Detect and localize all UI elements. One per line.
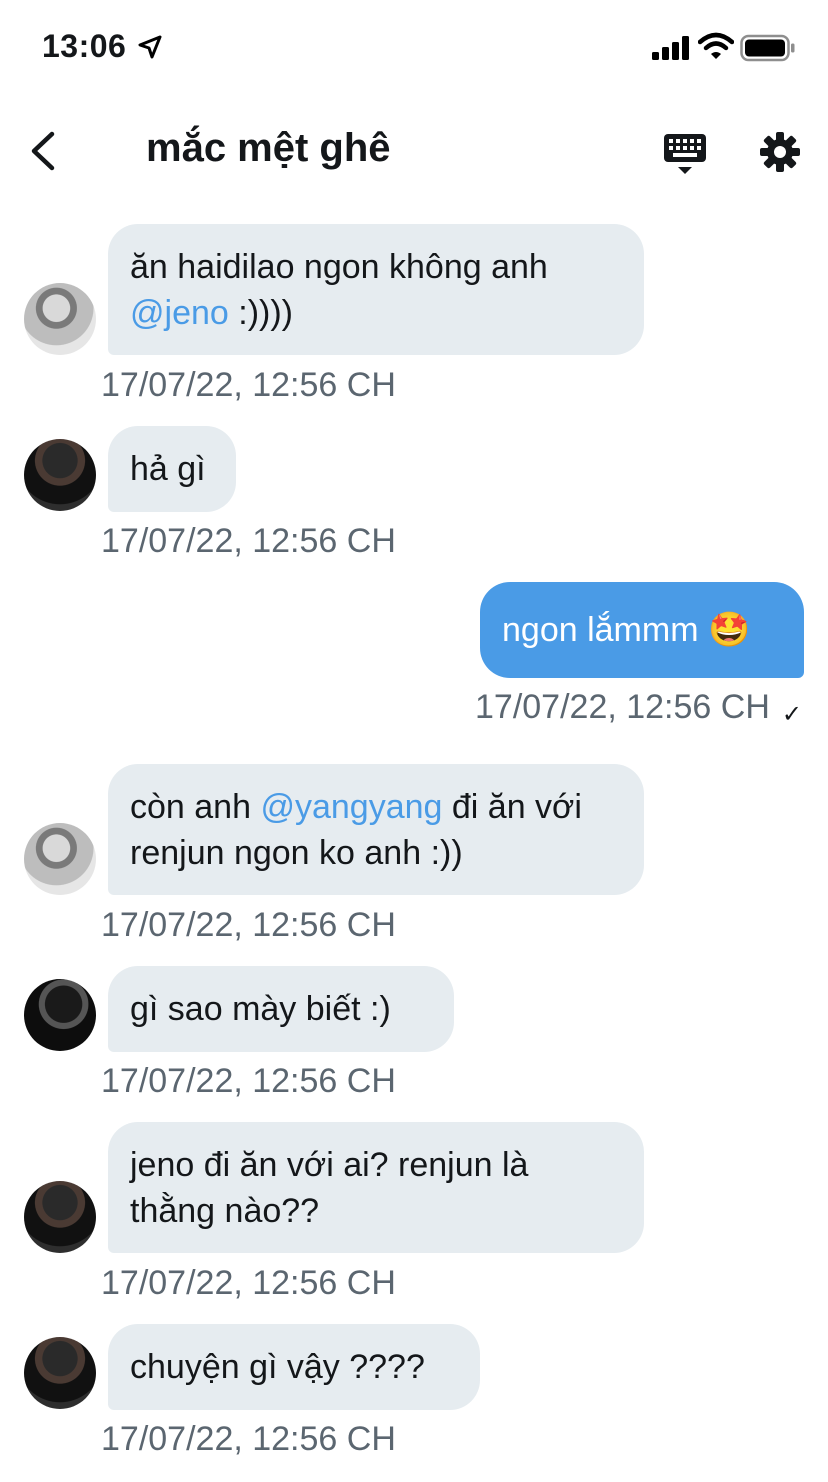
battery-icon — [740, 34, 795, 62]
keyboard-dismiss-icon[interactable] — [662, 132, 708, 176]
message-timestamp: 17/07/22, 12:56 CH — [101, 522, 396, 560]
avatar[interactable] — [24, 979, 96, 1051]
location-arrow-icon — [138, 35, 162, 59]
message-timestamp: 17/07/22, 12:56 CH — [101, 366, 396, 404]
wifi-icon — [698, 32, 734, 59]
message-bubble[interactable]: hả gì — [108, 426, 236, 512]
status-bar: 13:06 — [0, 0, 828, 96]
message-bubble[interactable]: jeno đi ăn với ai? renjun là thằng nào?? — [108, 1122, 644, 1253]
mention-link[interactable]: @yangyang — [260, 788, 442, 826]
avatar[interactable] — [24, 1181, 96, 1253]
message-bubble[interactable]: gì sao mày biết :) — [108, 966, 454, 1052]
message-timestamp: 17/07/22, 12:56 CH — [101, 1420, 396, 1458]
message-timestamp: 17/07/22, 12:56 CH — [475, 688, 770, 726]
message-text: ăn haidilao ngon không anh — [130, 248, 548, 286]
message-bubble[interactable]: còn anh @yangyang đi ăn với renjun ngon … — [108, 764, 644, 895]
message-text: jeno đi ăn với ai? renjun là thằng nào?? — [130, 1146, 529, 1230]
message-timestamp: 17/07/22, 12:56 CH — [101, 1264, 396, 1302]
chat-header: mắc mệt ghê — [0, 96, 828, 206]
message-text: gì sao mày biết :) — [130, 990, 391, 1028]
message-timestamp: 17/07/22, 12:56 CH — [101, 906, 396, 944]
avatar[interactable] — [24, 823, 96, 895]
message-text: hả gì — [130, 450, 206, 488]
gear-icon[interactable] — [758, 130, 802, 174]
message-text: còn anh — [130, 788, 261, 826]
back-chevron-icon[interactable] — [28, 130, 60, 172]
message-text: ngon lắmmm 🤩 — [502, 611, 751, 649]
mention-link[interactable]: @jeno — [130, 294, 229, 332]
conversation-title: mắc mệt ghê — [146, 126, 391, 170]
cellular-signal-icon — [652, 36, 689, 60]
message-bubble[interactable]: chuyện gì vậy ???? — [108, 1324, 480, 1410]
message-timestamp: 17/07/22, 12:56 CH — [101, 1062, 396, 1100]
avatar[interactable] — [24, 283, 96, 355]
message-bubble-outgoing[interactable]: ngon lắmmm 🤩 — [480, 582, 804, 678]
avatar[interactable] — [24, 1337, 96, 1409]
status-time: 13:06 — [42, 28, 127, 64]
avatar[interactable] — [24, 439, 96, 511]
message-bubble[interactable]: ăn haidilao ngon không anh @jeno :)))) — [108, 224, 644, 355]
read-check-icon: ✓ — [781, 701, 802, 729]
message-text: chuyện gì vậy ???? — [130, 1348, 425, 1386]
message-timestamp-outgoing: 17/07/22, 12:56 CH ✓ — [475, 688, 802, 729]
message-text: :)))) — [228, 294, 293, 332]
